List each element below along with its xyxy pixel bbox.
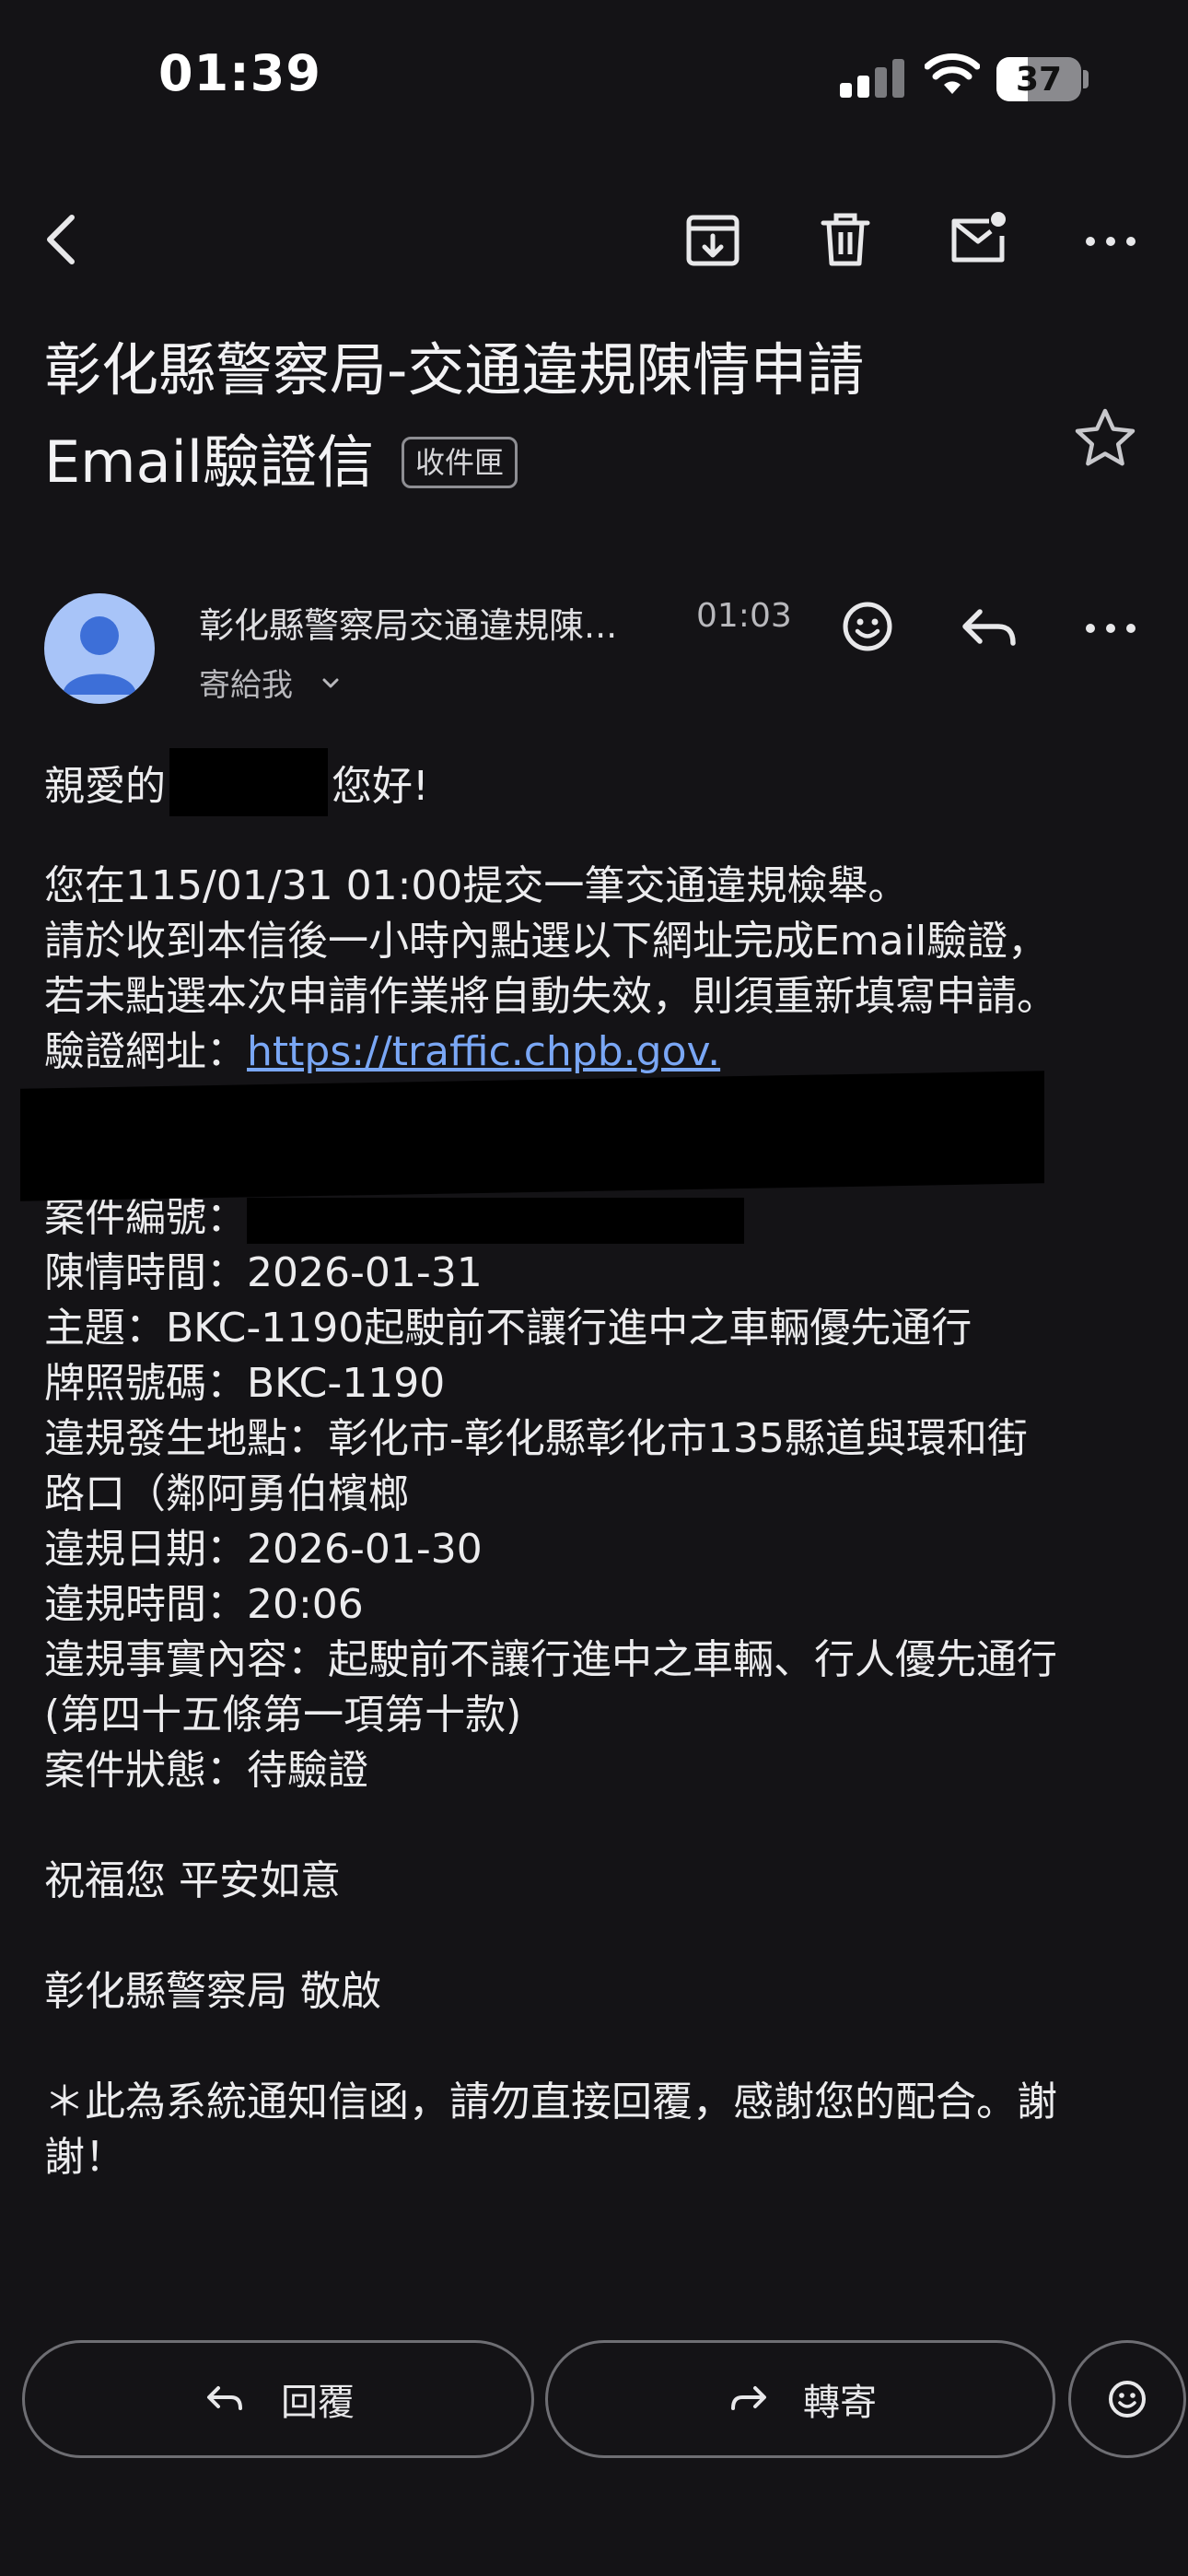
battery-indicator: 37 — [996, 57, 1081, 101]
subject-line-2-row: Email驗證信 收件匣 — [44, 416, 518, 509]
battery-level: 37 — [1015, 61, 1063, 99]
case-status: 案件狀態：待驗證 — [44, 1747, 368, 1794]
more-icon[interactable] — [1076, 205, 1146, 275]
subject-line-2: Email驗證信 — [44, 428, 375, 496]
violation-fact-1: 違規事實內容：起駛前不讓行進中之車輛、行人優先通行 — [44, 1636, 1057, 1683]
body-paragraph-2: 請於收到本信後一小時內點選以下網址完成Email驗證， — [44, 918, 1049, 965]
wifi-icon — [924, 52, 981, 98]
verify-link[interactable]: https://traffic.chpb.gov. — [247, 1028, 720, 1075]
star-icon[interactable] — [1068, 402, 1142, 475]
redacted-case-number — [247, 1198, 744, 1244]
archive-icon[interactable] — [678, 205, 748, 275]
location-line-2: 路口（鄰阿勇伯檳榔 — [44, 1470, 409, 1517]
forward-icon — [731, 2386, 766, 2410]
mark-unread-icon[interactable] — [943, 205, 1013, 275]
plate-number: 牌照號碼：BKC-1190 — [44, 1360, 446, 1407]
location-line-1: 違規發生地點：彰化市-彰化縣彰化市135縣道與環和街 — [44, 1415, 1028, 1462]
system-note-2: 謝！ — [44, 2134, 125, 2181]
subject-line-1: 彰化縣警察局-交通違規陳情申請 — [44, 336, 865, 404]
petition-time: 陳情時間：2026-01-31 — [44, 1249, 483, 1296]
greeting-line: 親愛的 您好! — [44, 748, 1149, 816]
reply-icon[interactable] — [952, 590, 1026, 663]
closing-wish: 祝福您 平安如意 — [44, 1857, 341, 1904]
recipient-toggle[interactable]: 寄給我 — [199, 660, 342, 705]
chevron-down-icon — [320, 665, 342, 702]
avatar[interactable] — [44, 593, 155, 704]
recipient-label: 寄給我 — [199, 667, 293, 704]
reply-label: 回覆 — [281, 2382, 355, 2424]
redacted-url-block — [20, 1071, 1044, 1201]
violation-fact-2: (第四十五條第一項第十款) — [44, 1692, 522, 1739]
case-number-label: 案件編號： — [44, 1194, 247, 1241]
email-subject: 彰化縣警察局-交通違規陳情申請 Email驗證信 收件匣 — [44, 324, 1057, 509]
violation-time: 違規時間：20:06 — [44, 1581, 364, 1628]
forward-button[interactable]: 轉寄 — [545, 2340, 1055, 2458]
more-icon[interactable] — [1074, 590, 1147, 663]
status-time: 01:39 — [158, 44, 321, 102]
sender-name[interactable]: 彰化縣警察局交通違規陳... — [199, 597, 617, 648]
battery-tip — [1083, 70, 1089, 88]
back-arrow-icon[interactable] — [28, 205, 98, 275]
violation-date: 違規日期：2026-01-30 — [44, 1526, 483, 1573]
redacted-name — [169, 748, 328, 816]
reply-button[interactable]: 回覆 — [22, 2340, 534, 2458]
signature: 彰化縣警察局 敬啟 — [44, 1968, 381, 2015]
cellular-signal-icon — [840, 55, 906, 98]
body-paragraph-3: 若未點選本次申請作業將自動失效，則須重新填寫申請。 — [44, 973, 1057, 1020]
emoji-reaction-button[interactable] — [1068, 2340, 1186, 2458]
email-body: 親愛的 您好! 您在115/01/31 01:00提交一筆交通違規檢舉。 請於收到… — [44, 748, 1149, 2185]
system-note-1: ＊此為系統通知信函，請勿直接回覆，感謝您的配合。謝 — [44, 2078, 1057, 2125]
verify-label: 驗證網址： — [44, 1028, 247, 1075]
reply-icon — [207, 2386, 242, 2410]
inbox-label-chip[interactable]: 收件匣 — [402, 437, 518, 488]
body-paragraph-1: 您在115/01/31 01:00提交一筆交通違規檢舉。 — [44, 862, 909, 909]
emoji-reaction-icon[interactable] — [831, 590, 904, 663]
case-number-line: 案件編號： — [44, 1190, 1149, 1246]
smiley-icon — [1109, 2381, 1146, 2418]
trash-icon[interactable] — [810, 205, 880, 275]
topic-line: 主題：BKC-1190起駛前不讓行進中之車輛優先通行 — [44, 1305, 973, 1352]
received-time: 01:03 — [696, 597, 792, 635]
greeting-prefix: 親愛的 — [44, 763, 166, 810]
greeting-suffix: 您好! — [332, 763, 429, 810]
forward-label: 轉寄 — [803, 2382, 877, 2424]
